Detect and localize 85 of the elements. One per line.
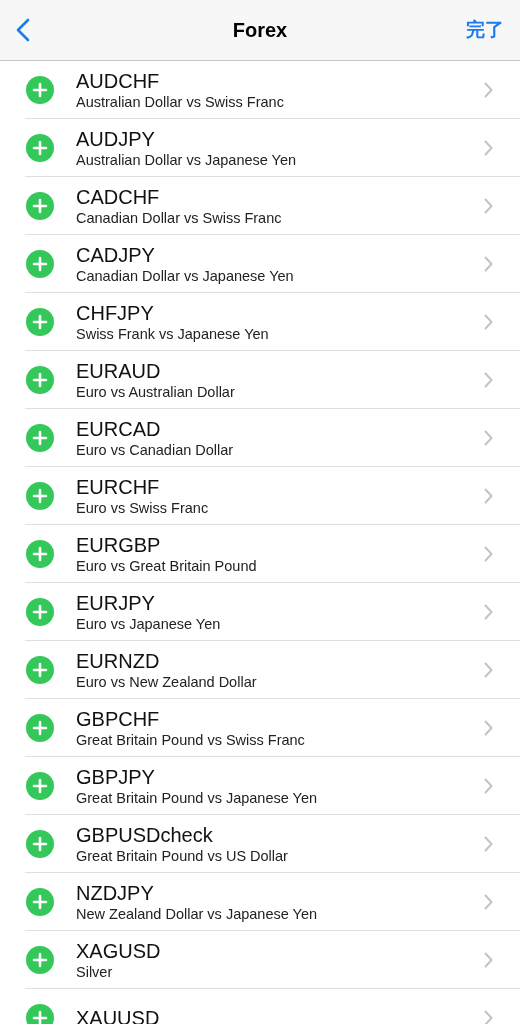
chevron-icon <box>484 661 493 678</box>
symbol-row[interactable]: GBPJPY Great Britain Pound vs Japanese Yen <box>25 757 520 815</box>
add-icon[interactable] <box>26 249 54 278</box>
add-icon[interactable] <box>26 75 54 104</box>
chevron-icon <box>484 197 493 214</box>
add-icon[interactable] <box>26 365 54 394</box>
screen-title: Forex <box>232 18 288 42</box>
symbol-name: EURJPY <box>76 591 156 615</box>
chevron-icon <box>484 893 493 910</box>
add-icon[interactable] <box>26 539 54 568</box>
symbol-row[interactable]: GBPUSDcheck Great Britain Pound vs US Dollar <box>25 815 520 873</box>
symbol-row[interactable]: EURAUD Euro vs Australian Dollar <box>25 351 520 409</box>
symbol-row[interactable]: CHFJPY Swiss Frank vs Japanese Yen <box>25 293 520 351</box>
chevron-icon <box>484 777 493 794</box>
add-icon[interactable] <box>26 713 54 742</box>
chevron-icon <box>484 545 493 562</box>
add-icon[interactable] <box>26 945 54 974</box>
symbol-description: Euro vs Canadian Dollar <box>76 440 235 460</box>
symbol-row[interactable]: CADJPY Canadian Dollar vs Japanese Yen <box>25 235 520 293</box>
add-icon[interactable] <box>26 481 54 510</box>
symbol-description: Australian Dollar vs Swiss Franc <box>76 92 285 112</box>
symbol-name: NZDJPY <box>76 881 155 905</box>
symbol-row[interactable]: EURJPY Euro vs Japanese Yen <box>25 583 520 641</box>
done-button[interactable]: 完了 <box>466 17 504 43</box>
chevron-icon <box>484 429 493 446</box>
symbol-name: AUDJPY <box>76 127 156 151</box>
add-icon[interactable] <box>26 887 54 916</box>
chevron-icon <box>484 603 493 620</box>
symbol-description: Swiss Frank vs Japanese Yen <box>76 324 270 344</box>
symbol-description: Euro vs Great Britain Pound <box>76 556 258 576</box>
symbol-description: New Zealand Dollar vs Japanese Yen <box>76 904 318 924</box>
chevron-icon <box>484 487 493 504</box>
add-icon[interactable] <box>26 655 54 684</box>
chevron-icon <box>484 951 493 968</box>
add-icon[interactable] <box>26 133 54 162</box>
symbol-name: AUDCHF <box>76 69 161 93</box>
symbol-row[interactable]: AUDCHF Australian Dollar vs Swiss Franc <box>25 61 520 119</box>
chevron-icon <box>484 719 493 736</box>
symbol-description: Euro vs New Zealand Dollar <box>76 672 258 692</box>
symbol-name: EURCHF <box>76 475 161 499</box>
symbol-row[interactable]: NZDJPY New Zealand Dollar vs Japanese Yen <box>25 873 520 931</box>
symbol-description: Euro vs Australian Dollar <box>76 382 236 402</box>
symbol-name: EURNZD <box>76 649 161 673</box>
add-icon[interactable] <box>26 829 54 858</box>
symbol-description: Great Britain Pound vs US Dollar <box>76 846 289 866</box>
add-icon[interactable] <box>26 307 54 336</box>
add-icon[interactable] <box>26 597 54 626</box>
symbol-name: EURGBP <box>76 533 162 557</box>
add-icon[interactable] <box>26 1003 54 1024</box>
symbol-name: XAGUSD <box>76 939 162 963</box>
symbol-name: CADJPY <box>76 243 156 267</box>
symbol-name: EURCAD <box>76 417 162 441</box>
symbol-row[interactable]: EURCAD Euro vs Canadian Dollar <box>25 409 520 467</box>
symbol-description: Canadian Dollar vs Japanese Yen <box>76 266 295 286</box>
symbol-row[interactable]: EURCHF Euro vs Swiss Franc <box>25 467 520 525</box>
symbol-description: Great Britain Pound vs Japanese Yen <box>76 788 319 808</box>
back-icon[interactable] <box>16 18 30 42</box>
symbol-description: Euro vs Japanese Yen <box>76 614 222 634</box>
chevron-icon <box>484 371 493 388</box>
symbol-name: CHFJPY <box>76 301 155 325</box>
symbol-row[interactable]: CADCHF Canadian Dollar vs Swiss Franc <box>25 177 520 235</box>
symbol-name: GBPCHF <box>76 707 161 731</box>
chevron-icon <box>484 139 493 156</box>
add-icon[interactable] <box>26 423 54 452</box>
chevron-icon <box>484 835 493 852</box>
chevron-icon <box>484 255 493 272</box>
chevron-icon <box>484 81 493 98</box>
symbol-name: EURAUD <box>76 359 162 383</box>
chevron-icon <box>484 1009 493 1024</box>
symbol-description: Canadian Dollar vs Swiss Franc <box>76 208 283 228</box>
symbol-row[interactable]: EURNZD Euro vs New Zealand Dollar <box>25 641 520 699</box>
symbol-row[interactable]: XAGUSD Silver <box>25 931 520 989</box>
chevron-icon <box>484 313 493 330</box>
symbol-name: GBPUSDcheck <box>76 823 214 847</box>
symbol-description: Australian Dollar vs Japanese Yen <box>76 150 298 170</box>
symbol-row[interactable]: EURGBP Euro vs Great Britain Pound <box>25 525 520 583</box>
symbol-description: Silver <box>76 962 114 982</box>
symbol-description: Euro vs Swiss Franc <box>76 498 210 518</box>
symbol-description: Great Britain Pound vs Swiss Franc <box>76 730 306 750</box>
add-icon[interactable] <box>26 191 54 220</box>
symbol-name: CADCHF <box>76 185 161 209</box>
add-icon[interactable] <box>26 771 54 800</box>
symbol-row[interactable]: AUDJPY Australian Dollar vs Japanese Yen <box>25 119 520 177</box>
symbol-row[interactable]: GBPCHF Great Britain Pound vs Swiss Franc <box>25 699 520 757</box>
symbol-name: GBPJPY <box>76 765 156 789</box>
